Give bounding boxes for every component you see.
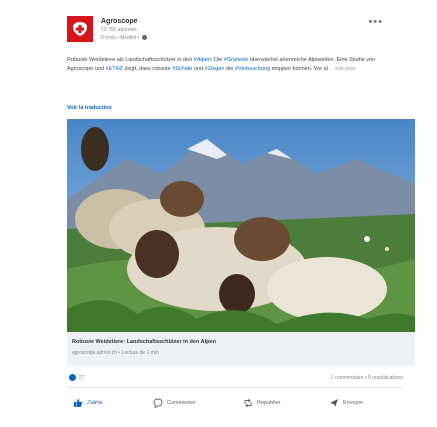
hashtag-link[interactable]: #Alpen [194,57,211,63]
like-button[interactable]: J'aime [73,391,103,415]
comment-repost-count[interactable]: 1 commentaire • 8 republications [330,375,403,381]
post-image[interactable] [67,119,415,332]
hashtag-link[interactable]: #Schafe [172,66,192,72]
company-logo[interactable] [67,16,93,42]
like-icon [74,399,83,407]
comment-label: Commenter [167,400,196,406]
globe-icon [141,35,147,41]
hashtag-link[interactable]: #Verbuschung [235,66,270,72]
repost-icon [244,398,252,408]
swiss-cross-icon [73,22,87,36]
repost-label: Republier [257,400,281,406]
translate-link[interactable]: Voir la traduction [67,105,112,111]
social-counts: 27 1 commentaire • 8 republications [67,372,403,384]
hashtag-link[interactable]: #Ziegen [205,66,225,72]
post-meta: 8 mois • Modifié • [101,35,147,41]
repost-button[interactable]: Republier [243,391,281,415]
link-source: agroscope.admin.ch • Lecture de 1 min [72,350,159,356]
action-bar: J'aime Commenter Republier Envoyer [67,391,403,415]
follower-count: 13 760 abonnés [101,27,137,33]
link-preview[interactable]: Robuste Weidetiere: Landschaftsschützer … [67,332,415,366]
post-text: Robuste Weidetiere als Landschaftsschütz… [67,56,389,74]
text-fragment: stoppen können. Vor al [270,66,328,72]
hashtag-link[interactable]: #Grünerle [224,57,248,63]
send-button[interactable]: Envoyer [329,391,363,415]
more-icon[interactable]: ••• [368,16,383,28]
text-fragment: die [224,66,235,72]
divider [67,387,403,388]
text-fragment: : Die [210,57,224,63]
like-label: J'aime [87,400,103,406]
post-card: Agroscope 13 760 abonnés 8 mois • Modifi… [55,6,415,420]
send-label: Envoyer [343,400,364,406]
reaction-count[interactable]: 27 [79,375,85,381]
comment-icon [153,398,163,408]
like-reaction-icon [69,374,76,381]
post-header: Agroscope 13 760 abonnés 8 mois • Modifi… [67,16,389,52]
author-name[interactable]: Agroscope [101,18,138,25]
see-more-link[interactable]: …voir plus [329,66,355,72]
text-fragment: und [192,66,205,72]
sheep-alps-photo [67,119,415,332]
text-fragment: Robuste Weidetiere als Landschaftsschütz… [67,57,194,63]
link-title[interactable]: Robuste Weidetiere: Landschaftsschützer … [72,339,216,345]
send-icon [330,399,338,407]
comment-button[interactable]: Commenter [153,391,196,415]
hashtag-link[interactable]: #ETHZ [106,66,123,72]
post-time: 8 mois • Modifié • [101,35,140,41]
text-fragment: zeigt, dass robuste [122,66,173,72]
